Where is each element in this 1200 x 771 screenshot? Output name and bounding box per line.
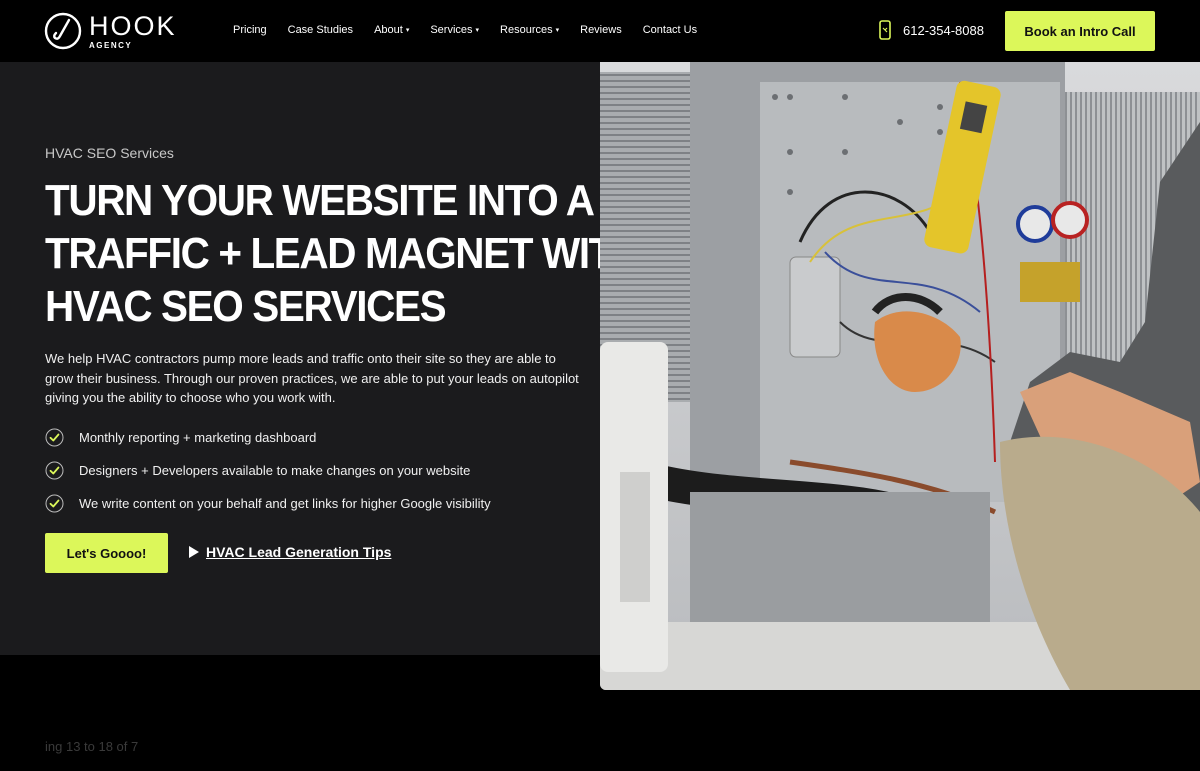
nav-item-label: About — [374, 24, 403, 36]
checklist-text: We write content on your behalf and get … — [79, 495, 491, 511]
checklist-item: We write content on your behalf and get … — [45, 493, 491, 513]
chevron-down-icon: ▾ — [555, 27, 560, 34]
nav-item-resources[interactable]: Resources ▾ — [500, 24, 559, 36]
checklist-item: Designers + Developers available to make… — [45, 460, 491, 480]
lead-generation-tips-link[interactable]: HVAC Lead Generation Tips — [188, 544, 391, 560]
check-circle-icon — [45, 461, 64, 479]
checklist-text: Designers + Developers available to make… — [79, 462, 471, 478]
nav-item-contact-us[interactable]: Contact Us — [643, 24, 697, 36]
checklist-text: Monthly reporting + marketing dashboard — [79, 429, 317, 445]
nav-item-label: Pricing — [233, 24, 267, 36]
headline-line: TRAFFIC + LEAD MAGNET WITH — [45, 229, 641, 278]
header-phone[interactable]: 612-354-8088 — [878, 20, 984, 40]
brand-name: HOOK — [89, 10, 177, 41]
book-intro-call-button[interactable]: Book an Intro Call — [1005, 11, 1155, 51]
hvac-technician-photo — [600, 62, 1200, 690]
phone-number: 612-354-8088 — [903, 22, 984, 38]
nav-item-label: Contact Us — [642, 24, 698, 36]
nav-item-reviews[interactable]: Reviews — [580, 24, 622, 36]
lets-go-button[interactable]: Let's Goooo! — [45, 533, 168, 573]
hvac-photo-illustration — [600, 62, 1200, 690]
chevron-down-icon: ▾ — [405, 27, 410, 34]
nav-item-about[interactable]: About ▾ — [374, 24, 409, 36]
feature-checklist: Monthly reporting + marketing dashboard … — [45, 427, 491, 526]
brand-sub: AGENCY — [89, 40, 133, 50]
hero-section: HVAC SEO Services TURN YOUR WEBSITE INTO… — [0, 62, 641, 655]
hero-headline: TURN YOUR WEBSITE INTO A TRAFFIC + LEAD … — [45, 174, 641, 333]
checklist-item: Monthly reporting + marketing dashboard — [45, 427, 491, 447]
check-circle-icon — [45, 494, 64, 512]
phone-icon — [879, 20, 891, 40]
hook-logo-icon — [44, 12, 82, 50]
nav-item-label: Case Studies — [287, 24, 354, 36]
headline-line: TURN YOUR WEBSITE INTO A — [45, 176, 595, 225]
nav-item-label: Services — [430, 24, 473, 36]
hero-description: We help HVAC contractors pump more leads… — [45, 351, 579, 405]
nav-item-pricing[interactable]: Pricing — [233, 24, 267, 36]
tips-link-text: HVAC Lead Generation Tips — [206, 544, 392, 560]
headline-line: HVAC SEO SERVICES — [45, 282, 447, 331]
main-nav: Pricing Case Studies About ▾ Services ▾ Resour… — [233, 24, 718, 36]
nav-item-case-studies[interactable]: Case Studies — [288, 24, 353, 36]
check-circle-icon — [45, 428, 64, 446]
pagination-status: ing 13 to 18 of 7 — [45, 739, 139, 754]
nav-item-services[interactable]: Services ▾ — [430, 24, 479, 36]
chevron-down-icon: ▾ — [475, 27, 480, 34]
hero-eyebrow: HVAC SEO Services — [45, 145, 174, 161]
site-header: HOOK AGENCY Pricing Case Studies About ▾ Ser… — [0, 0, 1200, 62]
play-icon — [189, 546, 199, 558]
nav-item-label: Resources — [500, 24, 553, 36]
nav-item-label: Reviews — [580, 24, 622, 36]
brand-logo[interactable]: HOOK AGENCY — [44, 11, 177, 51]
